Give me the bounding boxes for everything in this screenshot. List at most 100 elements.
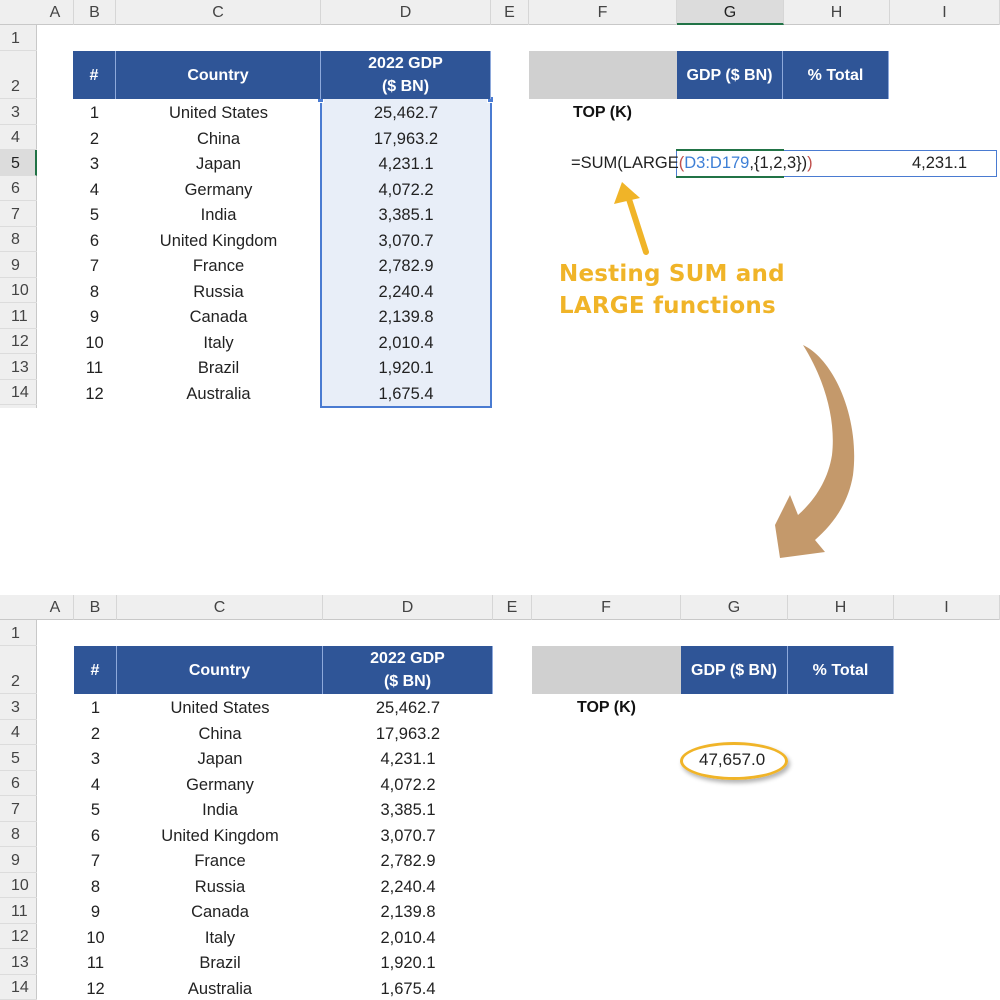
rank-cell[interactable]: 3 (73, 152, 116, 177)
country-cell[interactable]: Germany (116, 178, 321, 203)
rank-cell[interactable]: 7 (74, 849, 117, 874)
country-cell[interactable]: Australia (117, 977, 323, 1000)
gdp-cell[interactable]: 3,385.1 (323, 798, 493, 823)
country-cell[interactable]: United Kingdom (117, 824, 323, 849)
row-header-14[interactable]: 14 (0, 975, 37, 1000)
column-header-h[interactable]: H (788, 595, 894, 620)
row-header-4[interactable]: 4 (0, 720, 37, 745)
gdp-cell[interactable]: 2,240.4 (321, 280, 491, 305)
row-header-9[interactable]: 9 (0, 252, 37, 278)
row-header-4[interactable]: 4 (0, 125, 37, 150)
rank-cell[interactable]: 10 (74, 926, 117, 951)
row-header-6[interactable]: 6 (0, 176, 37, 201)
rank-cell[interactable]: 2 (74, 722, 117, 747)
rank-cell[interactable]: 5 (73, 203, 116, 228)
row-header-8[interactable]: 8 (0, 822, 37, 847)
column-header-a[interactable]: A (37, 595, 74, 620)
country-cell[interactable]: France (117, 849, 323, 874)
rank-cell[interactable]: 5 (74, 798, 117, 823)
gdp-cell[interactable]: 4,231.1 (323, 747, 493, 772)
gdp-cell[interactable]: 3,070.7 (321, 229, 491, 254)
country-cell[interactable]: United Kingdom (116, 229, 321, 254)
row-header-7[interactable]: 7 (0, 201, 37, 227)
row-header-2[interactable]: 2 (0, 51, 37, 99)
row-header-3[interactable]: 3 (0, 99, 37, 125)
row-header-9[interactable]: 9 (0, 847, 37, 873)
country-cell[interactable]: Russia (117, 875, 323, 900)
column-header-g[interactable]: G (681, 595, 788, 620)
gdp-cell[interactable]: 3,385.1 (321, 203, 491, 228)
rank-cell[interactable]: 6 (74, 824, 117, 849)
row-header-12[interactable]: 12 (0, 329, 37, 354)
row-header-5[interactable]: 5 (0, 150, 37, 176)
gdp-cell[interactable]: 2,240.4 (323, 875, 493, 900)
gdp-cell[interactable]: 3,070.7 (323, 824, 493, 849)
country-cell[interactable]: United States (117, 696, 323, 721)
result-value[interactable]: 47,657.0 (699, 750, 765, 770)
rank-cell[interactable]: 12 (74, 977, 117, 1000)
gdp-cell[interactable]: 4,231.1 (321, 152, 491, 177)
column-header-i[interactable]: I (894, 595, 1000, 620)
rank-cell[interactable]: 12 (73, 382, 116, 407)
gdp-cell[interactable]: 2,782.9 (323, 849, 493, 874)
row-header-12[interactable]: 12 (0, 924, 37, 949)
gdp-cell[interactable]: 4,072.2 (321, 178, 491, 203)
country-cell[interactable]: Italy (117, 926, 323, 951)
country-cell[interactable]: Japan (116, 152, 321, 177)
row-header-11[interactable]: 11 (0, 303, 37, 329)
column-header-d[interactable]: D (321, 0, 491, 25)
rank-cell[interactable]: 9 (73, 305, 116, 330)
column-header-g[interactable]: G (677, 0, 784, 25)
gdp-cell[interactable]: 1,920.1 (321, 356, 491, 381)
rank-cell[interactable]: 8 (73, 280, 116, 305)
row-header-7[interactable]: 7 (0, 796, 37, 822)
country-cell[interactable]: Canada (116, 305, 321, 330)
row-header-5[interactable]: 5 (0, 745, 37, 771)
country-cell[interactable]: Germany (117, 773, 323, 798)
row-header-10[interactable]: 10 (0, 278, 37, 303)
rank-cell[interactable]: 11 (73, 356, 116, 381)
gdp-cell[interactable]: 25,462.7 (323, 696, 493, 721)
gdp-cell[interactable]: 17,963.2 (323, 722, 493, 747)
column-header-a[interactable]: A (37, 0, 74, 25)
column-header-c[interactable]: C (116, 0, 321, 25)
country-cell[interactable]: Japan (117, 747, 323, 772)
country-cell[interactable]: Italy (116, 331, 321, 356)
rank-cell[interactable]: 8 (74, 875, 117, 900)
country-cell[interactable]: China (116, 127, 321, 152)
row-header-2[interactable]: 2 (0, 646, 37, 694)
rank-cell[interactable]: 3 (74, 747, 117, 772)
rank-cell[interactable]: 2 (73, 127, 116, 152)
row-header-13[interactable]: 13 (0, 949, 37, 975)
row-header-14[interactable]: 14 (0, 380, 37, 405)
gdp-cell[interactable]: 2,782.9 (321, 254, 491, 279)
row-header-13[interactable]: 13 (0, 354, 37, 380)
gdp-cell[interactable]: 1,675.4 (323, 977, 493, 1000)
column-header-e[interactable]: E (493, 595, 532, 620)
rank-cell[interactable]: 1 (73, 101, 116, 126)
rank-cell[interactable]: 4 (73, 178, 116, 203)
gdp-cell[interactable]: 2,139.8 (323, 900, 493, 925)
gdp-cell[interactable]: 1,920.1 (323, 951, 493, 976)
rank-cell[interactable]: 10 (73, 331, 116, 356)
row-header-1[interactable]: 1 (0, 620, 37, 646)
row-header-6[interactable]: 6 (0, 771, 37, 796)
country-cell[interactable]: India (117, 798, 323, 823)
country-cell[interactable]: Canada (117, 900, 323, 925)
formula-text[interactable]: =SUM(LARGE(D3:D179,{1,2,3})) (571, 154, 813, 173)
gdp-cell[interactable]: 25,462.7 (321, 101, 491, 126)
country-cell[interactable]: France (116, 254, 321, 279)
country-cell[interactable]: United States (116, 101, 321, 126)
country-cell[interactable]: Russia (116, 280, 321, 305)
row-header-10[interactable]: 10 (0, 873, 37, 898)
row-header-8[interactable]: 8 (0, 227, 37, 252)
row-header-11[interactable]: 11 (0, 898, 37, 924)
country-cell[interactable]: Brazil (116, 356, 321, 381)
column-header-d[interactable]: D (323, 595, 493, 620)
gdp-cell[interactable]: 2,010.4 (323, 926, 493, 951)
column-header-h[interactable]: H (784, 0, 890, 25)
column-header-f[interactable]: F (529, 0, 677, 25)
rank-cell[interactable]: 6 (73, 229, 116, 254)
gdp-cell[interactable]: 17,963.2 (321, 127, 491, 152)
column-header-b[interactable]: B (74, 595, 117, 620)
